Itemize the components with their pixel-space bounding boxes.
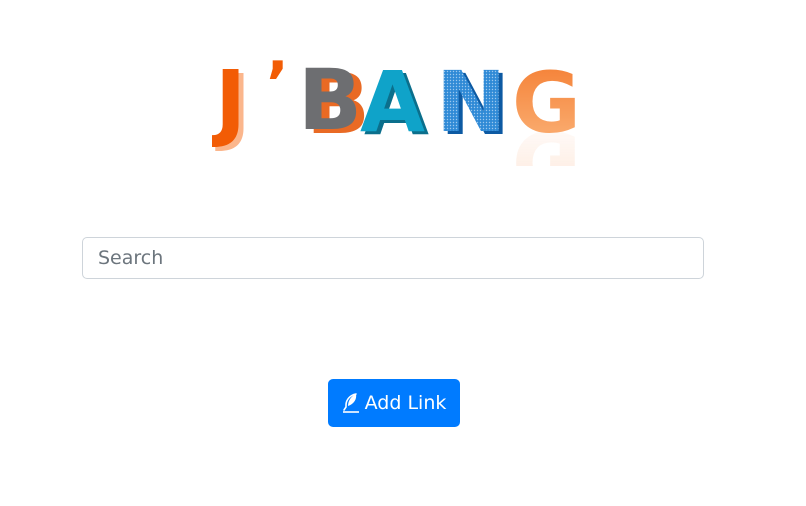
logo-letter-n: N (436, 53, 506, 151)
add-link-button[interactable]: Add Link (328, 379, 460, 427)
add-link-label: Add Link (364, 392, 447, 414)
page: J J ’ B B A A N N G G Search Add Link (0, 0, 806, 506)
search-container (82, 237, 704, 279)
logo-letter-j: J (212, 52, 246, 150)
logo-letter-b: B (298, 51, 362, 149)
jbang-logo: J J ’ B B A A N N G G (212, 46, 582, 166)
logo-graphic: J J ’ B B A A N N G G (212, 49, 581, 166)
logo-g-reflection: G (512, 112, 581, 166)
logo-letter-a: A (360, 53, 425, 151)
svg-text:G: G (512, 112, 581, 166)
search-input[interactable] (82, 237, 704, 279)
logo-letter-apostrophe: ’ (266, 49, 289, 119)
feather-icon (342, 393, 360, 413)
